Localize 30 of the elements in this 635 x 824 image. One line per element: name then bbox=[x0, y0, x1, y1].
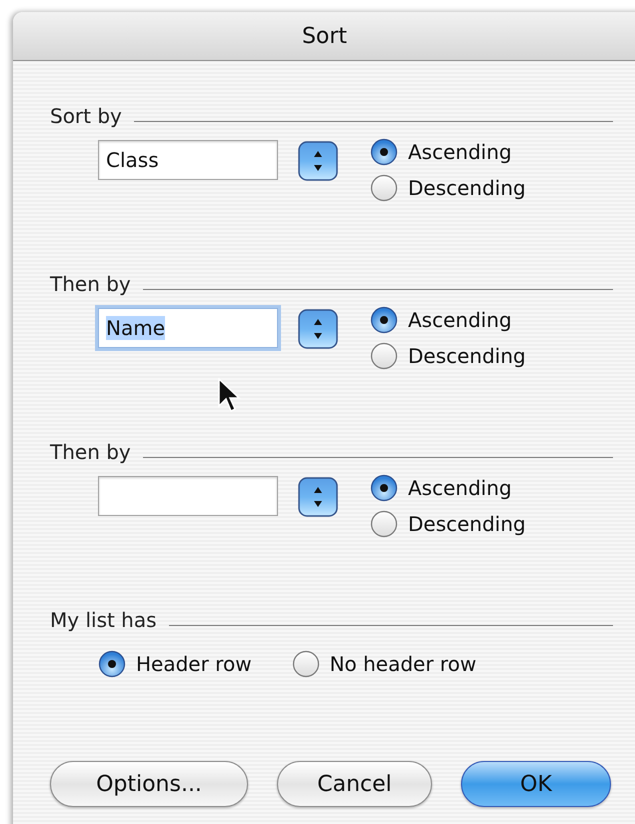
radio-button[interactable] bbox=[292, 650, 320, 678]
radio-label: Ascending bbox=[408, 308, 512, 332]
stepper-icon[interactable] bbox=[298, 141, 338, 181]
stepper-icon[interactable] bbox=[298, 477, 338, 517]
radio-label: Ascending bbox=[408, 476, 512, 500]
dialog-button[interactable]: OK bbox=[461, 761, 611, 807]
radio-label: Descending bbox=[408, 512, 526, 536]
sort-field[interactable]: Class bbox=[98, 140, 278, 180]
radio-label: Header row bbox=[136, 652, 252, 676]
sort-field[interactable]: Name bbox=[98, 308, 278, 348]
radio-label: Descending bbox=[408, 176, 526, 200]
stepper-icon[interactable] bbox=[298, 309, 338, 349]
section-heading: Then by bbox=[50, 272, 131, 296]
dialog-button[interactable]: Cancel bbox=[277, 761, 432, 807]
radio-label: No header row bbox=[330, 652, 476, 676]
section-heading: Then by bbox=[50, 440, 131, 464]
radio-button[interactable] bbox=[370, 474, 398, 502]
radio-button[interactable] bbox=[98, 650, 126, 678]
section-heading: My list has bbox=[50, 608, 157, 632]
radio-button[interactable] bbox=[370, 342, 398, 370]
radio-button[interactable] bbox=[370, 174, 398, 202]
radio-button[interactable] bbox=[370, 138, 398, 166]
radio-button[interactable] bbox=[370, 510, 398, 538]
dialog-button[interactable]: Options... bbox=[50, 761, 248, 807]
sort-field[interactable] bbox=[98, 476, 278, 516]
radio-label: Descending bbox=[408, 344, 526, 368]
radio-button[interactable] bbox=[370, 306, 398, 334]
radio-label: Ascending bbox=[408, 140, 512, 164]
section-heading: Sort by bbox=[50, 104, 122, 128]
window-title: Sort bbox=[302, 24, 348, 48]
